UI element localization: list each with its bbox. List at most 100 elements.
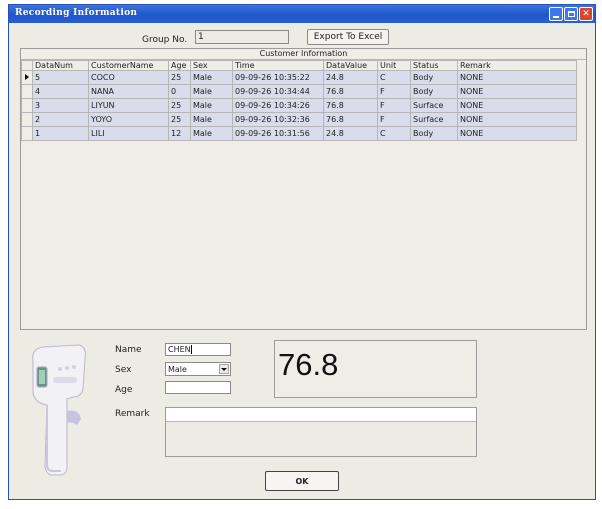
remark-label: Remark (115, 409, 150, 419)
table-cell[interactable]: 09-09-26 10:34:44 (232, 84, 324, 99)
table-cell[interactable]: Male (190, 70, 233, 85)
table-cell[interactable]: F (377, 84, 411, 99)
thermometer-device-image (32, 344, 86, 476)
table-row[interactable]: 1 LILI 12 Male 09-09-26 10:31:56 24.8 C … (21, 126, 577, 141)
name-label: Name (115, 345, 142, 355)
close-button[interactable]: ✕ (579, 7, 593, 21)
minimize-icon (553, 15, 559, 18)
row-selector-header (21, 60, 33, 71)
table-cell[interactable]: 24.8 (323, 126, 378, 141)
table-cell[interactable]: 25 (168, 98, 191, 113)
table-cell[interactable]: Male (190, 112, 233, 127)
table-cell[interactable]: Body (410, 84, 458, 99)
age-field[interactable] (165, 381, 231, 394)
recording-window: Recording Information ✕ Group No. 1 Expo… (8, 4, 596, 500)
name-field-value: CHEN (168, 345, 191, 354)
table-row[interactable]: 5 COCO 25 Male 09-09-26 10:35:22 24.8 C … (21, 70, 577, 85)
table-row[interactable]: 4 NANA 0 Male 09-09-26 10:34:44 76.8 F B… (21, 84, 577, 99)
table-cell[interactable]: NONE (457, 98, 577, 113)
table-cell[interactable]: 76.8 (323, 98, 378, 113)
table-cell[interactable]: 25 (168, 70, 191, 85)
row-selector[interactable] (21, 84, 33, 99)
column-header[interactable]: Remark (457, 60, 577, 71)
column-header[interactable]: Age (168, 60, 191, 71)
row-selector[interactable] (21, 126, 33, 141)
table-cell[interactable]: 25 (168, 112, 191, 127)
table-cell[interactable]: 4 (32, 84, 89, 99)
table-cell[interactable]: NONE (457, 84, 577, 99)
reading-value: 76.8 (278, 347, 339, 382)
column-header[interactable]: DataValue (323, 60, 378, 71)
sex-label: Sex (115, 365, 132, 375)
close-icon: ✕ (582, 8, 590, 19)
table-cell[interactable]: 09-09-26 10:35:22 (232, 70, 324, 85)
group-no-field[interactable]: 1 (195, 30, 289, 44)
table-cell[interactable]: C (377, 70, 411, 85)
table-cell[interactable]: NANA (88, 84, 169, 99)
customer-table: DataNum CustomerName Age Sex Time DataVa… (21, 60, 577, 141)
table-cell[interactable]: C (377, 126, 411, 141)
table-header-row: DataNum CustomerName Age Sex Time DataVa… (21, 60, 577, 71)
reading-display: 76.8 (274, 340, 477, 398)
table-cell[interactable]: 09-09-26 10:31:56 (232, 126, 324, 141)
table-cell[interactable]: 5 (32, 70, 89, 85)
table-cell[interactable]: 0 (168, 84, 191, 99)
row-pointer-icon (25, 73, 29, 80)
table-cell[interactable]: NONE (457, 126, 577, 141)
row-selector[interactable] (21, 112, 33, 127)
ok-button[interactable]: OK (265, 471, 339, 491)
column-header[interactable]: CustomerName (88, 60, 169, 71)
minimize-button[interactable] (549, 7, 563, 21)
table-cell[interactable]: 09-09-26 10:34:26 (232, 98, 324, 113)
column-header[interactable]: Unit (377, 60, 411, 71)
table-cell[interactable]: YOYO (88, 112, 169, 127)
table-cell[interactable]: NONE (457, 112, 577, 127)
column-header[interactable]: DataNum (32, 60, 89, 71)
table-cell[interactable]: 09-09-26 10:32:36 (232, 112, 324, 127)
age-label: Age (115, 385, 133, 395)
table-cell[interactable]: Surface (410, 98, 458, 113)
table-cell[interactable]: 24.8 (323, 70, 378, 85)
title-bar[interactable]: Recording Information ✕ (9, 5, 595, 23)
maximize-button[interactable] (564, 7, 578, 21)
remark-area (165, 407, 477, 457)
table-cell[interactable]: 76.8 (323, 112, 378, 127)
table-cell[interactable]: Surface (410, 112, 458, 127)
table-cell[interactable]: 12 (168, 126, 191, 141)
current-row-indicator (21, 70, 33, 85)
table-row[interactable]: 3 LIYUN 25 Male 09-09-26 10:34:26 76.8 F… (21, 98, 577, 113)
table-cell[interactable]: LILI (88, 126, 169, 141)
group-no-label: Group No. (142, 35, 188, 45)
column-header[interactable]: Sex (190, 60, 233, 71)
table-cell[interactable]: 76.8 (323, 84, 378, 99)
chevron-down-icon (221, 367, 227, 371)
table-cell[interactable]: Male (190, 126, 233, 141)
table-cell[interactable]: LIYUN (88, 98, 169, 113)
customer-information-grid[interactable]: Customer Information DataNum CustomerNam… (20, 48, 587, 330)
table-cell[interactable]: NONE (457, 70, 577, 85)
table-cell[interactable]: Body (410, 70, 458, 85)
text-cursor (190, 345, 192, 354)
table-cell[interactable]: Body (410, 126, 458, 141)
table-cell[interactable]: Male (190, 84, 233, 99)
table-cell[interactable]: COCO (88, 70, 169, 85)
table-cell[interactable]: 2 (32, 112, 89, 127)
table-cell[interactable]: 1 (32, 126, 89, 141)
table-cell[interactable]: Male (190, 98, 233, 113)
dropdown-button[interactable] (219, 364, 229, 374)
sex-select[interactable]: Male (165, 362, 231, 376)
sex-select-value: Male (168, 365, 187, 374)
maximize-icon (567, 11, 575, 17)
table-cell[interactable]: F (377, 98, 411, 113)
window-title: Recording Information (15, 8, 138, 18)
column-header[interactable]: Time (232, 60, 324, 71)
grid-caption: Customer Information (21, 49, 586, 60)
export-to-excel-button[interactable]: Export To Excel (307, 29, 389, 45)
row-selector[interactable] (21, 98, 33, 113)
table-cell[interactable]: 3 (32, 98, 89, 113)
remark-field[interactable] (166, 408, 476, 422)
column-header[interactable]: Status (410, 60, 458, 71)
table-row[interactable]: 2 YOYO 25 Male 09-09-26 10:32:36 76.8 F … (21, 112, 577, 127)
name-field[interactable]: CHEN (165, 343, 231, 356)
table-cell[interactable]: F (377, 112, 411, 127)
